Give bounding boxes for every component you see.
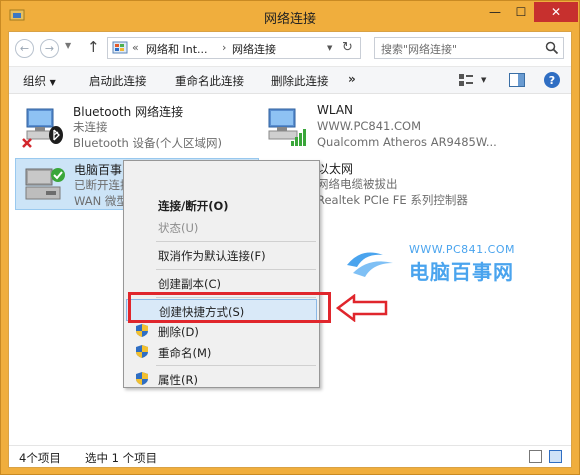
menu-item-delete[interactable]: 删除(D) <box>126 320 317 342</box>
organize-button[interactable]: 组织 ▼ <box>23 73 56 89</box>
control-panel-icon <box>112 41 128 54</box>
recent-locations-dropdown[interactable]: ▼ <box>65 41 71 50</box>
connection-name: 以太网 <box>317 162 354 176</box>
connection-bluetooth[interactable]: Bluetooth 网络连接 未连接 Bluetooth 设备(个人区域网) <box>15 101 255 153</box>
connection-name: Bluetooth 网络连接 <box>73 105 184 119</box>
uac-shield-icon <box>136 345 148 358</box>
maximize-button[interactable]: ☐ <box>508 2 534 22</box>
connection-device: Bluetooth 设备(个人区域网) <box>73 136 222 150</box>
menu-item-status[interactable]: 状态(U) <box>126 216 317 238</box>
breadcrumb-overflow[interactable]: « <box>132 41 139 54</box>
menu-item-create-copy[interactable]: 创建副本(C) <box>126 272 317 294</box>
breadcrumb-network-internet[interactable]: 网络和 Int... <box>146 41 208 57</box>
search-icon[interactable] <box>545 41 559 55</box>
view-options-dropdown[interactable]: ▼ <box>481 76 486 84</box>
item-count: 4个项目 <box>19 451 61 465</box>
menu-item-connect-disconnect[interactable]: 连接/断开(O) <box>126 194 317 216</box>
navigation-bar: ← → ▼ ↑ « 网络和 Int... › 网络连接 ▼ ↻ 搜索"网络连接" <box>9 32 571 66</box>
connection-device: Qualcomm Atheros AR9485W... <box>317 135 497 149</box>
menu-separator <box>156 269 316 270</box>
chevron-down-icon: ▼ <box>49 78 56 87</box>
search-box[interactable]: 搜索"网络连接" <box>374 37 564 59</box>
delete-connection-button[interactable]: 删除此连接 <box>271 73 329 89</box>
change-view-icon[interactable] <box>458 73 474 87</box>
connection-device: WAN 微型 <box>74 194 128 208</box>
more-commands-button[interactable]: » <box>348 72 356 86</box>
connection-name: WLAN <box>317 103 354 117</box>
menu-item-cancel-default[interactable]: 取消作为默认连接(F) <box>126 244 317 266</box>
menu-separator <box>156 365 316 366</box>
watermark-url: WWW.PC841.COM <box>409 243 515 256</box>
close-button[interactable]: ✕ <box>534 2 578 22</box>
refresh-icon[interactable]: ↻ <box>342 40 353 55</box>
preview-pane-icon[interactable] <box>509 73 525 87</box>
watermark-brand: 电脑百事网 <box>409 260 514 284</box>
title-bar[interactable]: 网络连接 — ☐ ✕ <box>1 1 579 31</box>
pc841-logo-icon <box>347 252 393 277</box>
menu-item-rename[interactable]: 重命名(M) <box>126 341 317 363</box>
up-button[interactable]: ↑ <box>87 38 100 56</box>
forward-button[interactable]: → <box>40 39 59 58</box>
watermark: WWW.PC841.COM 电脑百事网 <box>343 243 543 284</box>
minimize-button[interactable]: — <box>482 2 508 22</box>
menu-separator <box>156 241 316 242</box>
uac-shield-icon <box>136 324 148 337</box>
status-bar: 4个项目 选中 1 个项目 <box>9 445 571 467</box>
search-input[interactable]: 搜索"网络连接" <box>381 41 457 57</box>
broadband-connection-icon <box>25 168 65 200</box>
address-dropdown[interactable]: ▼ <box>327 44 332 52</box>
connection-status: 网络电缆被拔出 <box>317 177 398 191</box>
connection-status: 未连接 <box>73 120 108 134</box>
connection-device: Realtek PCIe FE 系列控制器 <box>317 193 468 207</box>
highlight-annotation-box <box>128 292 331 323</box>
command-bar: 组织 ▼ 启动此连接 重命名此连接 删除此连接 » ▼ ? <box>9 66 571 94</box>
breadcrumb-separator[interactable]: › <box>222 41 226 54</box>
wireless-network-icon <box>268 108 306 146</box>
connection-status: WWW.PC841.COM <box>317 119 422 133</box>
pointer-arrow-icon <box>336 294 388 322</box>
address-bar[interactable]: « 网络和 Int... › 网络连接 ▼ ↻ <box>107 37 361 59</box>
bluetooth-network-icon <box>22 108 63 148</box>
menu-item-properties[interactable]: 属性(R) <box>126 368 317 390</box>
selection-count: 选中 1 个项目 <box>85 451 158 465</box>
large-icons-view-icon[interactable] <box>549 450 562 463</box>
breadcrumb-network-connections[interactable]: 网络连接 <box>232 41 276 57</box>
context-menu: 连接/断开(O) 状态(U) 取消作为默认连接(F) 创建副本(C) 创建快捷方… <box>123 160 320 388</box>
start-connection-button[interactable]: 启动此连接 <box>89 73 147 89</box>
rename-connection-button[interactable]: 重命名此连接 <box>175 73 244 89</box>
uac-shield-icon <box>136 372 148 385</box>
organize-label: 组织 <box>23 74 46 88</box>
connection-wlan[interactable]: WLAN WWW.PC841.COM Qualcomm Atheros AR94… <box>259 101 509 153</box>
details-view-icon[interactable] <box>529 450 542 463</box>
back-button[interactable]: ← <box>15 39 34 58</box>
help-icon[interactable]: ? <box>544 72 560 88</box>
